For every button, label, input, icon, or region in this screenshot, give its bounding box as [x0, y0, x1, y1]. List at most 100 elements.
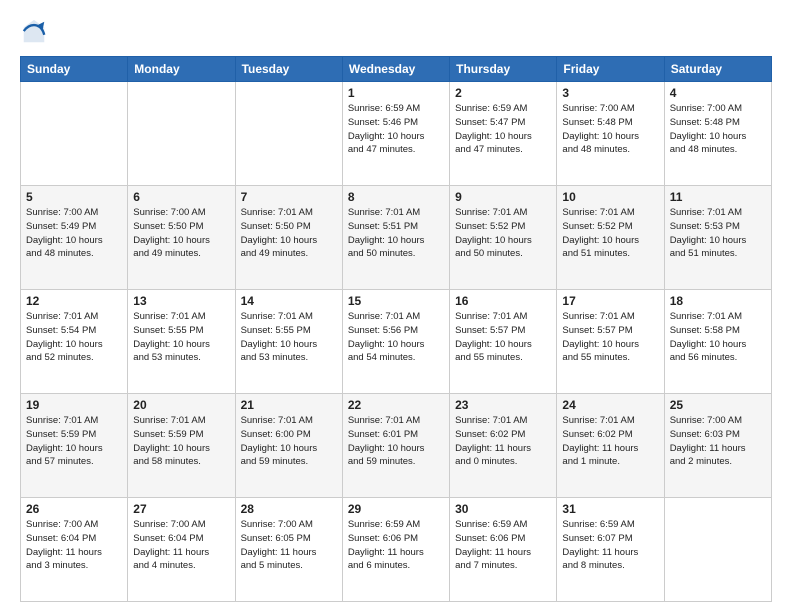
day-cell: 12 Sunrise: 7:01 AM Sunset: 5:54 PM Dayli… — [21, 290, 128, 394]
weekday-header-row: SundayMondayTuesdayWednesdayThursdayFrid… — [21, 57, 772, 82]
day-number: 14 — [241, 294, 337, 308]
weekday-thursday: Thursday — [450, 57, 557, 82]
day-info: Sunrise: 7:01 AM Sunset: 5:55 PM Dayligh… — [241, 310, 337, 365]
day-info: Sunrise: 7:00 AM Sunset: 5:48 PM Dayligh… — [562, 102, 658, 157]
day-info: Sunrise: 7:01 AM Sunset: 6:02 PM Dayligh… — [455, 414, 551, 469]
day-number: 24 — [562, 398, 658, 412]
day-info: Sunrise: 6:59 AM Sunset: 5:47 PM Dayligh… — [455, 102, 551, 157]
weekday-tuesday: Tuesday — [235, 57, 342, 82]
day-info: Sunrise: 7:00 AM Sunset: 5:49 PM Dayligh… — [26, 206, 122, 261]
day-cell: 5 Sunrise: 7:00 AM Sunset: 5:49 PM Daylig… — [21, 186, 128, 290]
day-number: 22 — [348, 398, 444, 412]
day-info: Sunrise: 7:01 AM Sunset: 5:55 PM Dayligh… — [133, 310, 229, 365]
day-number: 1 — [348, 86, 444, 100]
page: SundayMondayTuesdayWednesdayThursdayFrid… — [0, 0, 792, 612]
day-number: 10 — [562, 190, 658, 204]
day-cell: 1 Sunrise: 6:59 AM Sunset: 5:46 PM Daylig… — [342, 82, 449, 186]
day-cell: 9 Sunrise: 7:01 AM Sunset: 5:52 PM Daylig… — [450, 186, 557, 290]
day-cell — [21, 82, 128, 186]
day-number: 31 — [562, 502, 658, 516]
day-number: 25 — [670, 398, 766, 412]
day-info: Sunrise: 7:01 AM Sunset: 5:54 PM Dayligh… — [26, 310, 122, 365]
day-cell — [128, 82, 235, 186]
day-info: Sunrise: 7:01 AM Sunset: 5:50 PM Dayligh… — [241, 206, 337, 261]
day-number: 29 — [348, 502, 444, 516]
day-number: 18 — [670, 294, 766, 308]
logo-icon — [20, 18, 48, 46]
weekday-wednesday: Wednesday — [342, 57, 449, 82]
day-number: 7 — [241, 190, 337, 204]
day-cell: 14 Sunrise: 7:01 AM Sunset: 5:55 PM Dayli… — [235, 290, 342, 394]
day-cell — [235, 82, 342, 186]
weekday-sunday: Sunday — [21, 57, 128, 82]
day-info: Sunrise: 6:59 AM Sunset: 6:07 PM Dayligh… — [562, 518, 658, 573]
day-cell: 8Sunrise: 7:01 AM Sunset: 5:51 PM Daylig… — [342, 186, 449, 290]
day-cell: 21 Sunrise: 7:01 AM Sunset: 6:00 PM Dayli… — [235, 394, 342, 498]
weekday-saturday: Saturday — [664, 57, 771, 82]
day-info: Sunrise: 6:59 AM Sunset: 5:46 PM Dayligh… — [348, 102, 444, 157]
day-info: Sunrise: 6:59 AM Sunset: 6:06 PM Dayligh… — [455, 518, 551, 573]
day-number: 16 — [455, 294, 551, 308]
day-number: 28 — [241, 502, 337, 516]
day-cell: 18 Sunrise: 7:01 AM Sunset: 5:58 PM Dayli… — [664, 290, 771, 394]
day-info: Sunrise: 7:00 AM Sunset: 6:05 PM Dayligh… — [241, 518, 337, 573]
day-cell: 31 Sunrise: 6:59 AM Sunset: 6:07 PM Dayli… — [557, 498, 664, 602]
week-row-5: 26Sunrise: 7:00 AM Sunset: 6:04 PM Dayli… — [21, 498, 772, 602]
day-number: 11 — [670, 190, 766, 204]
header — [20, 18, 772, 46]
calendar-table: SundayMondayTuesdayWednesdayThursdayFrid… — [20, 56, 772, 602]
day-number: 30 — [455, 502, 551, 516]
day-cell: 26Sunrise: 7:00 AM Sunset: 6:04 PM Dayli… — [21, 498, 128, 602]
logo — [20, 18, 52, 46]
day-cell: 27 Sunrise: 7:00 AM Sunset: 6:04 PM Dayli… — [128, 498, 235, 602]
day-info: Sunrise: 7:00 AM Sunset: 6:04 PM Dayligh… — [26, 518, 122, 573]
day-cell: 6 Sunrise: 7:00 AM Sunset: 5:50 PM Daylig… — [128, 186, 235, 290]
day-cell: 2 Sunrise: 6:59 AM Sunset: 5:47 PM Daylig… — [450, 82, 557, 186]
day-info: Sunrise: 7:01 AM Sunset: 5:59 PM Dayligh… — [26, 414, 122, 469]
day-number: 8 — [348, 190, 444, 204]
day-cell: 19 Sunrise: 7:01 AM Sunset: 5:59 PM Dayli… — [21, 394, 128, 498]
day-info: Sunrise: 7:01 AM Sunset: 6:00 PM Dayligh… — [241, 414, 337, 469]
day-cell: 30 Sunrise: 6:59 AM Sunset: 6:06 PM Dayli… — [450, 498, 557, 602]
day-cell: 17 Sunrise: 7:01 AM Sunset: 5:57 PM Dayli… — [557, 290, 664, 394]
day-cell: 23 Sunrise: 7:01 AM Sunset: 6:02 PM Dayli… — [450, 394, 557, 498]
day-number: 17 — [562, 294, 658, 308]
day-number: 19 — [26, 398, 122, 412]
day-number: 9 — [455, 190, 551, 204]
day-number: 27 — [133, 502, 229, 516]
day-cell: 10 Sunrise: 7:01 AM Sunset: 5:52 PM Dayli… — [557, 186, 664, 290]
day-info: Sunrise: 6:59 AM Sunset: 6:06 PM Dayligh… — [348, 518, 444, 573]
day-info: Sunrise: 7:01 AM Sunset: 5:57 PM Dayligh… — [562, 310, 658, 365]
day-info: Sunrise: 7:00 AM Sunset: 6:04 PM Dayligh… — [133, 518, 229, 573]
day-info: Sunrise: 7:00 AM Sunset: 5:50 PM Dayligh… — [133, 206, 229, 261]
day-cell: 28 Sunrise: 7:00 AM Sunset: 6:05 PM Dayli… — [235, 498, 342, 602]
day-info: Sunrise: 7:01 AM Sunset: 5:52 PM Dayligh… — [455, 206, 551, 261]
day-cell: 22 Sunrise: 7:01 AM Sunset: 6:01 PM Dayli… — [342, 394, 449, 498]
day-number: 23 — [455, 398, 551, 412]
day-info: Sunrise: 7:01 AM Sunset: 5:58 PM Dayligh… — [670, 310, 766, 365]
day-info: Sunrise: 7:01 AM Sunset: 5:56 PM Dayligh… — [348, 310, 444, 365]
weekday-monday: Monday — [128, 57, 235, 82]
day-number: 4 — [670, 86, 766, 100]
day-number: 13 — [133, 294, 229, 308]
day-number: 6 — [133, 190, 229, 204]
day-info: Sunrise: 7:01 AM Sunset: 5:52 PM Dayligh… — [562, 206, 658, 261]
day-number: 2 — [455, 86, 551, 100]
week-row-4: 19 Sunrise: 7:01 AM Sunset: 5:59 PM Dayli… — [21, 394, 772, 498]
week-row-1: 1 Sunrise: 6:59 AM Sunset: 5:46 PM Daylig… — [21, 82, 772, 186]
day-cell: 4Sunrise: 7:00 AM Sunset: 5:48 PM Daylig… — [664, 82, 771, 186]
day-cell: 20Sunrise: 7:01 AM Sunset: 5:59 PM Dayli… — [128, 394, 235, 498]
day-cell: 3Sunrise: 7:00 AM Sunset: 5:48 PM Daylig… — [557, 82, 664, 186]
day-number: 5 — [26, 190, 122, 204]
day-info: Sunrise: 7:01 AM Sunset: 5:53 PM Dayligh… — [670, 206, 766, 261]
day-number: 15 — [348, 294, 444, 308]
day-info: Sunrise: 7:01 AM Sunset: 5:59 PM Dayligh… — [133, 414, 229, 469]
day-cell: 11 Sunrise: 7:01 AM Sunset: 5:53 PM Dayli… — [664, 186, 771, 290]
day-info: Sunrise: 7:01 AM Sunset: 6:02 PM Dayligh… — [562, 414, 658, 469]
day-cell: 15 Sunrise: 7:01 AM Sunset: 5:56 PM Dayli… — [342, 290, 449, 394]
day-info: Sunrise: 7:01 AM Sunset: 6:01 PM Dayligh… — [348, 414, 444, 469]
day-number: 21 — [241, 398, 337, 412]
day-number: 12 — [26, 294, 122, 308]
day-cell — [664, 498, 771, 602]
day-info: Sunrise: 7:01 AM Sunset: 5:57 PM Dayligh… — [455, 310, 551, 365]
